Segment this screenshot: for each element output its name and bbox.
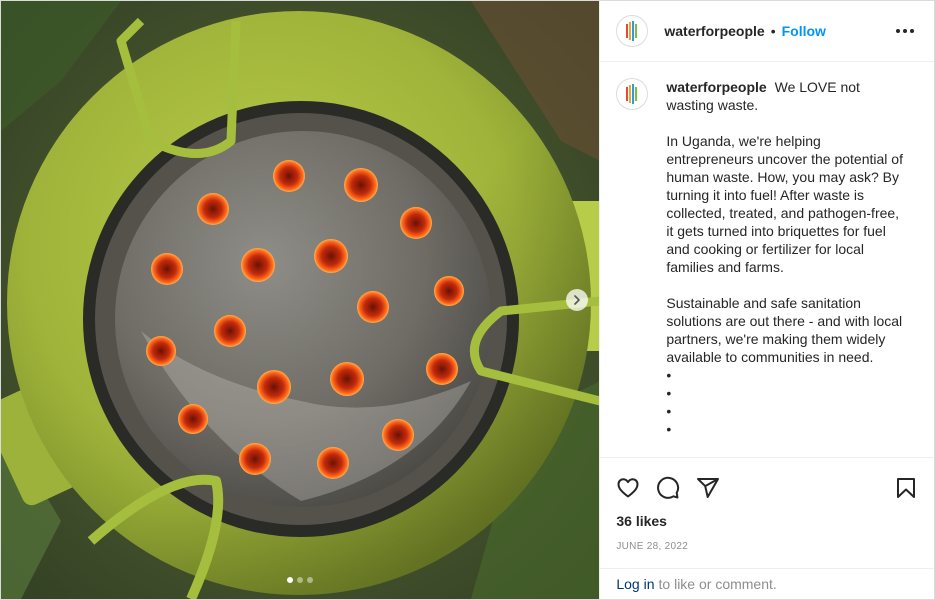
carousel-indicator — [1, 577, 599, 583]
post-photo — [1, 1, 600, 599]
caption-username-link[interactable]: waterforpeople — [666, 79, 766, 95]
more-options-icon[interactable] — [892, 25, 918, 37]
follow-button[interactable]: Follow — [782, 23, 826, 39]
login-prompt: Log in to like or comment. — [600, 568, 934, 599]
like-button[interactable] — [616, 476, 640, 500]
logo-icon — [626, 84, 638, 104]
separator-dot: • — [770, 23, 776, 39]
chevron-right-icon — [574, 295, 580, 305]
likes-count[interactable]: 36 likes — [616, 513, 918, 529]
login-prompt-text: to like or comment. — [658, 576, 777, 592]
caption-bullet: • — [666, 421, 672, 437]
avatar[interactable] — [616, 78, 649, 110]
post-side-panel: waterforpeople • Follow waterforpeople W… — [599, 1, 934, 599]
caption-paragraph: Sustainable and safe sanitation solution… — [666, 295, 903, 365]
post-actions-section: 36 likes JUNE 28, 2022 — [600, 457, 934, 568]
bookmark-icon — [897, 478, 915, 498]
caption-bullet: • — [666, 367, 672, 383]
share-button[interactable] — [696, 476, 720, 500]
caption-bullet: • — [666, 385, 672, 401]
post-header: waterforpeople • Follow — [600, 1, 934, 62]
save-button[interactable] — [894, 476, 918, 500]
avatar[interactable] — [616, 15, 649, 47]
action-bar — [616, 458, 918, 510]
heart-icon — [617, 478, 639, 498]
username-link[interactable]: waterforpeople — [664, 23, 764, 39]
logo-icon — [626, 21, 638, 41]
caption-bullet: • — [666, 403, 672, 419]
paper-plane-icon — [697, 478, 720, 498]
caption-paragraph: In Uganda, we're helping entrepreneurs u… — [666, 133, 903, 275]
caption-section: waterforpeople We LOVE not wasting waste… — [600, 62, 934, 457]
comment-icon — [657, 476, 680, 499]
post-image-carousel[interactable] — [1, 1, 600, 599]
post-date[interactable]: JUNE 28, 2022 — [616, 541, 918, 552]
login-link[interactable]: Log in — [616, 576, 654, 592]
comment-button[interactable] — [656, 476, 680, 500]
instagram-post: waterforpeople • Follow waterforpeople W… — [0, 0, 935, 600]
carousel-dot-active — [287, 577, 294, 583]
caption-bullets: • • • • — [666, 366, 904, 438]
post-caption: waterforpeople We LOVE not wasting waste… — [666, 78, 904, 457]
next-image-button[interactable] — [566, 289, 588, 311]
carousel-dot — [307, 577, 314, 583]
carousel-dot — [297, 577, 304, 583]
